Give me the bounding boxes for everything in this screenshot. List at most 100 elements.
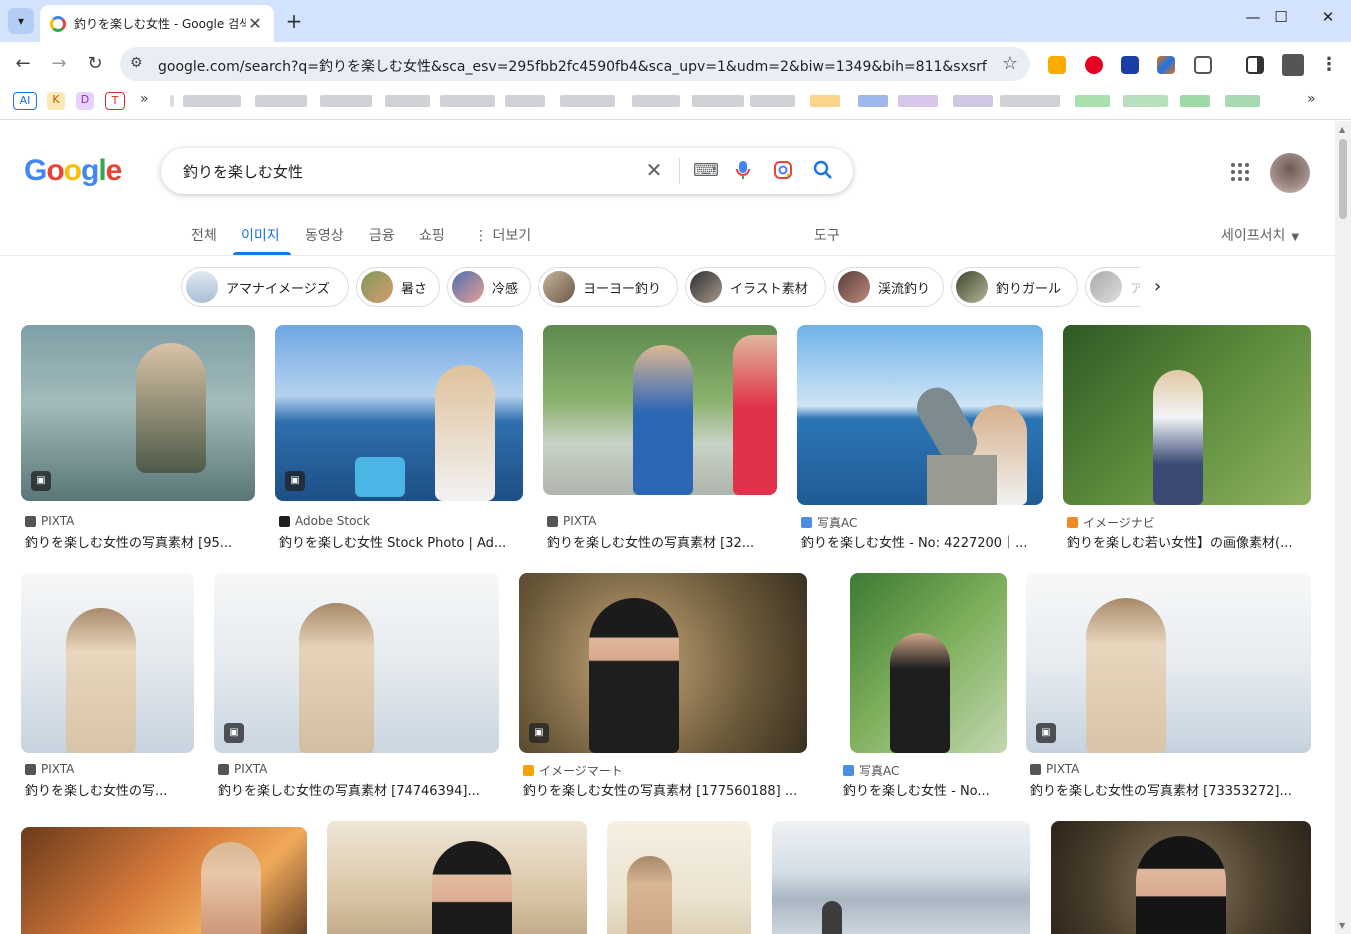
lens-icon[interactable] bbox=[772, 160, 794, 185]
bookmark-item[interactable] bbox=[1225, 95, 1260, 107]
close-tab-icon[interactable]: ✕ bbox=[246, 14, 264, 33]
page-scrollbar[interactable]: ▲ ▼ bbox=[1335, 121, 1351, 934]
bookmark-item[interactable] bbox=[953, 95, 993, 107]
chip-partial[interactable]: ア bbox=[1085, 267, 1140, 307]
bookmark-item[interactable] bbox=[440, 95, 495, 107]
result-image[interactable] bbox=[21, 573, 194, 753]
result-image[interactable] bbox=[543, 325, 777, 495]
result-image[interactable]: ▣ bbox=[1026, 573, 1311, 753]
bookmark-item[interactable] bbox=[898, 95, 938, 107]
tools-button[interactable]: 도구 bbox=[814, 225, 840, 245]
result-title[interactable]: 釣りを楽しむ女性 Stock Photo | Ad... bbox=[279, 532, 521, 551]
close-window-icon[interactable]: ✕ bbox=[1318, 8, 1338, 26]
result-image[interactable] bbox=[797, 325, 1043, 505]
scrollbar-thumb[interactable] bbox=[1339, 139, 1347, 219]
result-image[interactable]: ▣ bbox=[21, 325, 255, 501]
bookmark-item[interactable] bbox=[692, 95, 744, 107]
bookmark-item[interactable] bbox=[320, 95, 372, 107]
result-image[interactable] bbox=[607, 821, 751, 934]
site-info-icon[interactable]: ⚙ bbox=[130, 55, 143, 71]
result-image[interactable] bbox=[772, 821, 1030, 934]
result-title[interactable]: 釣りを楽しむ女性の写... bbox=[25, 780, 192, 799]
result-source[interactable]: 写真AC bbox=[801, 514, 857, 531]
reload-icon[interactable]: ↻ bbox=[83, 52, 107, 76]
result-image[interactable]: ▣ bbox=[214, 573, 499, 753]
result-source[interactable]: PIXTA bbox=[218, 762, 267, 776]
bookmarks-overflow-icon[interactable]: » bbox=[140, 91, 149, 107]
safesearch-button[interactable]: 세이프서치 ▼ bbox=[1221, 225, 1299, 245]
result-title[interactable]: 釣りを楽しむ女性の写真素材 [73353272]... bbox=[1030, 780, 1309, 799]
search-icon[interactable] bbox=[812, 160, 834, 185]
tab-all[interactable]: 전체 bbox=[191, 225, 217, 245]
bookmark-item[interactable] bbox=[1180, 95, 1210, 107]
result-source[interactable]: イメージマート bbox=[523, 762, 623, 779]
bookmark-item[interactable] bbox=[183, 95, 241, 107]
result-title[interactable]: 釣りを楽しむ女性 - No: 4227200｜... bbox=[801, 532, 1041, 551]
bookmark-item[interactable] bbox=[1123, 95, 1168, 107]
bookmark-item[interactable] bbox=[255, 95, 307, 107]
tab-shopping[interactable]: 쇼핑 bbox=[419, 225, 445, 245]
result-image[interactable]: ▣ bbox=[519, 573, 807, 753]
bookmark-item[interactable] bbox=[1075, 95, 1110, 107]
profile-icon[interactable] bbox=[1282, 54, 1304, 76]
result-title[interactable]: 釣りを楽しむ若い女性】の画像素材(... bbox=[1067, 532, 1309, 551]
back-icon[interactable]: ← bbox=[11, 52, 35, 76]
scroll-down-icon[interactable]: ▼ bbox=[1339, 921, 1345, 930]
bookmark-item[interactable] bbox=[632, 95, 680, 107]
bookmark-ai[interactable]: AI bbox=[13, 92, 37, 110]
result-image[interactable] bbox=[21, 827, 307, 934]
chip-heat[interactable]: 暑さ bbox=[356, 267, 440, 307]
microphone-icon[interactable] bbox=[732, 160, 754, 185]
result-image[interactable] bbox=[1063, 325, 1311, 505]
result-title[interactable]: 釣りを楽しむ女性の写真素材 [74746394]... bbox=[218, 780, 497, 799]
chip-fishing-girl[interactable]: 釣りガール bbox=[951, 267, 1078, 307]
pinterest-icon[interactable] bbox=[1085, 56, 1103, 74]
result-source[interactable]: Adobe Stock bbox=[279, 514, 370, 528]
google-logo[interactable]: Google bbox=[24, 154, 122, 188]
result-image[interactable]: ▣ bbox=[275, 325, 523, 501]
address-bar[interactable]: ⚙ google.com/search?q=釣りを楽しむ女性&sca_esv=2… bbox=[120, 47, 1030, 81]
result-title[interactable]: 釣りを楽しむ女性 - No... bbox=[843, 780, 1008, 799]
search-input[interactable]: 釣りを楽しむ女性 bbox=[183, 161, 303, 182]
new-tab-icon[interactable]: + bbox=[283, 9, 305, 33]
result-source[interactable]: PIXTA bbox=[547, 514, 596, 528]
keyboard-icon[interactable]: ⌨ bbox=[693, 160, 719, 181]
tab-search-button[interactable]: ▾ bbox=[8, 8, 34, 34]
bookmark-item[interactable] bbox=[858, 95, 888, 107]
scroll-up-icon[interactable]: ▲ bbox=[1339, 125, 1345, 134]
bookmark-t[interactable]: T bbox=[105, 92, 125, 110]
active-tab[interactable]: 釣りを楽しむ女性 - Google 검색 ✕ bbox=[40, 5, 274, 42]
result-source[interactable]: 写真AC bbox=[843, 762, 899, 779]
result-image[interactable] bbox=[327, 821, 587, 934]
bookmark-star-icon[interactable]: ☆ bbox=[1002, 53, 1018, 74]
bookmark-item[interactable] bbox=[505, 95, 545, 107]
result-image[interactable] bbox=[850, 573, 1007, 753]
tab-videos[interactable]: 동영상 bbox=[305, 225, 344, 245]
bookmarks-more-icon[interactable]: » bbox=[1307, 91, 1316, 107]
extension-icon[interactable] bbox=[1048, 56, 1066, 74]
extension-icon[interactable] bbox=[1157, 56, 1175, 74]
result-source[interactable]: PIXTA bbox=[25, 762, 74, 776]
chip-cool[interactable]: 冷感 bbox=[447, 267, 531, 307]
download-extension-icon[interactable] bbox=[1121, 56, 1139, 74]
bookmark-item[interactable] bbox=[810, 95, 840, 107]
search-box[interactable]: 釣りを楽しむ女性 ✕ ⌨ bbox=[161, 148, 853, 194]
clear-icon[interactable]: ✕ bbox=[643, 158, 665, 182]
forward-icon[interactable]: → bbox=[47, 52, 71, 76]
bookmark-item[interactable] bbox=[385, 95, 430, 107]
chevron-right-icon[interactable]: › bbox=[1154, 276, 1161, 297]
chip-stream[interactable]: 渓流釣り bbox=[833, 267, 944, 307]
result-title[interactable]: 釣りを楽しむ女性の写真素材 [32... bbox=[547, 532, 775, 551]
bookmark-item[interactable] bbox=[750, 95, 795, 107]
minimize-icon[interactable]: — bbox=[1243, 8, 1263, 26]
google-apps-icon[interactable] bbox=[1231, 163, 1249, 181]
bookmark-item[interactable] bbox=[1000, 95, 1060, 107]
tab-images[interactable]: 이미지 bbox=[241, 225, 280, 245]
bookmark-d[interactable]: D bbox=[76, 92, 94, 110]
extensions-puzzle-icon[interactable] bbox=[1194, 56, 1212, 74]
tab-more[interactable]: ⋮ 더보기 bbox=[474, 225, 531, 245]
bookmark-k[interactable]: K bbox=[47, 92, 65, 110]
chip-yoyo[interactable]: ヨーヨー釣り bbox=[538, 267, 678, 307]
bookmark-item[interactable] bbox=[560, 95, 615, 107]
tab-finance[interactable]: 금융 bbox=[369, 225, 395, 245]
